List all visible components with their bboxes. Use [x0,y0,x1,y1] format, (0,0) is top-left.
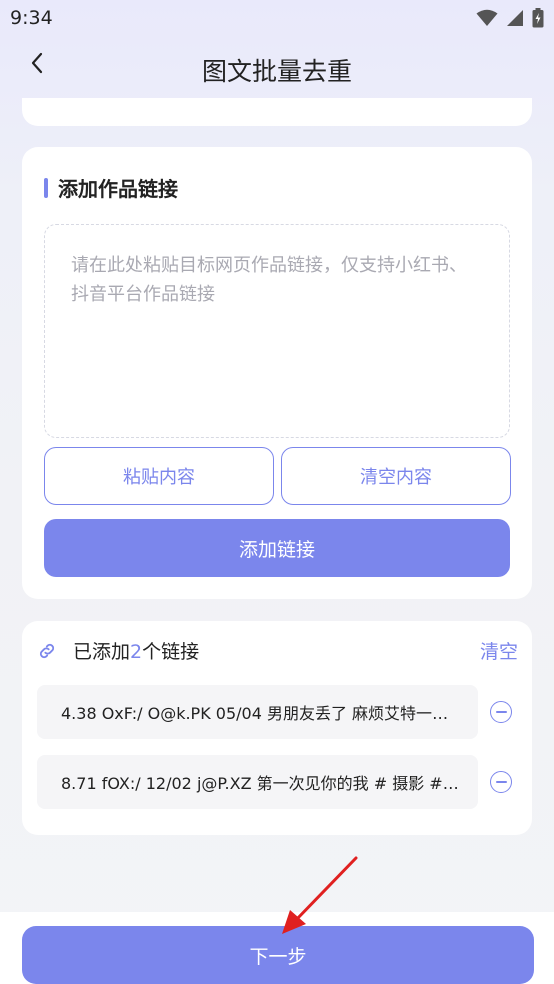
section-title: 添加作品链接 [44,173,178,202]
clear-all-button[interactable]: 清空 [480,637,518,664]
added-links-card: 已添加2个链接 清空 4.38 OxF:/ O@k.PK 05/04 男朋友丢了… [22,621,532,835]
status-bar: 9:34 [0,0,554,38]
minus-circle-icon [495,781,507,783]
status-icons [476,8,544,28]
header: 图文批量去重 [0,38,554,100]
page-title: 图文批量去重 [201,57,352,86]
add-link-button[interactable]: 添加链接 [44,519,510,577]
add-links-card: 添加作品链接 粘贴内容 清空内容 添加链接 [22,147,532,599]
added-links-header: 已添加2个链接 [37,637,199,664]
link-item-text: 8.71 fOX:/ 12/02 j@P.XZ 第一次见你的我 # 摄影 # 写… [61,774,462,793]
added-count-label: 已添加2个链接 [73,637,199,664]
bottom-bar: 下一步 [0,912,554,984]
battery-icon [532,8,544,28]
title-accent-bar [44,177,48,198]
link-item: 4.38 OxF:/ O@k.PK 05/04 男朋友丢了 麻烦艾特一下好吗 [37,685,478,739]
next-step-button[interactable]: 下一步 [22,926,534,984]
remove-link-button[interactable] [490,771,512,793]
signal-icon [507,10,523,26]
added-prefix: 已添加 [73,641,131,663]
link-item: 8.71 fOX:/ 12/02 j@P.XZ 第一次见你的我 # 摄影 # 写… [37,755,478,809]
paste-content-button[interactable]: 粘贴内容 [44,447,274,505]
status-time: 9:34 [10,7,53,29]
remove-link-button[interactable] [490,701,512,723]
wifi-icon [476,9,498,26]
added-count: 2 [130,641,143,663]
section-title-text: 添加作品链接 [58,177,178,201]
previous-card-edge [22,98,532,126]
clear-content-button[interactable]: 清空内容 [281,447,511,505]
link-icon [39,643,55,658]
minus-circle-icon [495,711,507,713]
link-item-text: 4.38 OxF:/ O@k.PK 05/04 男朋友丢了 麻烦艾特一下好吗 [61,704,462,723]
added-suffix: 个链接 [142,641,200,663]
link-input[interactable] [44,224,510,438]
